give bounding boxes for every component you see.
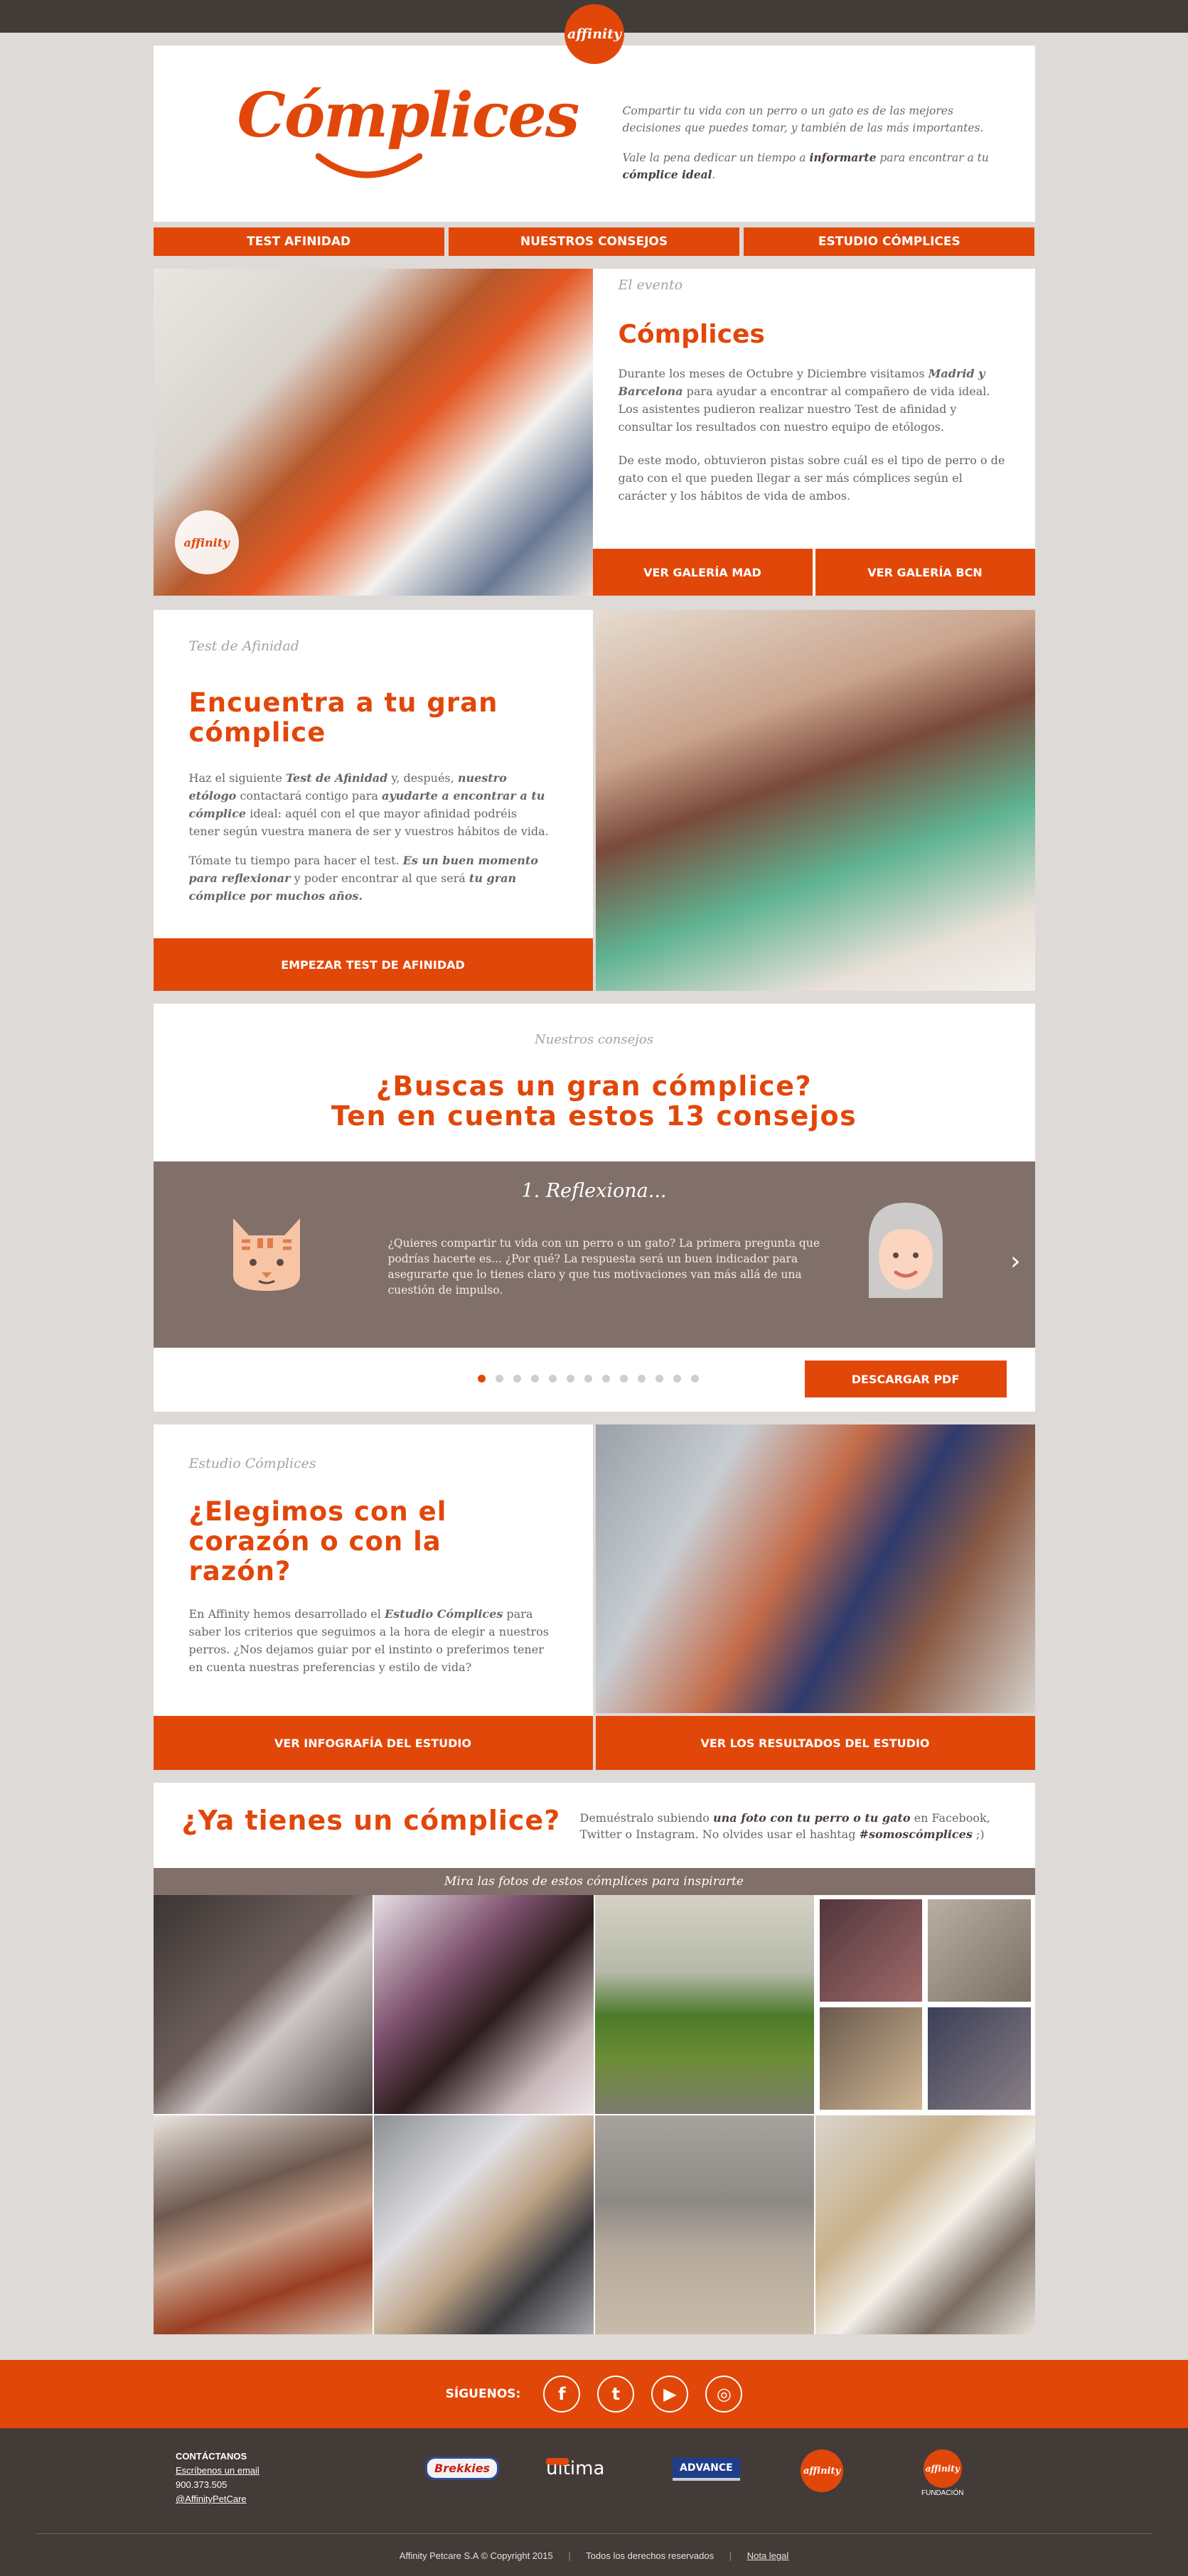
ugc-bar: Mira las fotos de estos cómplices para i… (153, 1868, 1035, 1895)
complices-logo-text: Cómplices (237, 80, 580, 151)
ugc-text: Demuéstralo subiendo una foto con tu per… (579, 1811, 990, 1841)
copyright: Affinity Petcare S.A © Copyright 2015 (399, 2550, 553, 2561)
photo-tile[interactable] (594, 1895, 814, 2114)
vet-photo (595, 610, 1035, 991)
carousel-dot[interactable] (690, 1375, 699, 1383)
tips-title: ¿Buscas un gran cómplice? Ten en cuenta e… (331, 1070, 857, 1132)
ugc-section: ¿Ya tienes un cómplice? Demuéstralo subi… (153, 1783, 1035, 1868)
test-body: Test de Afinidad Encuentra a tu gran cómp… (153, 610, 593, 991)
carousel-dot[interactable] (584, 1375, 592, 1383)
brekkies-logo[interactable]: Brekkies (425, 2457, 500, 2480)
photo-tile-collage[interactable] (815, 1895, 1035, 2114)
contact-title: CONTÁCTANOS (176, 2451, 247, 2462)
photo-tile[interactable] (374, 2115, 594, 2334)
test-kicker: Test de Afinidad (188, 638, 299, 654)
test-paragraph-1: Haz el siguiente Test de Afinidad y, des… (188, 771, 549, 838)
test-title: Encuentra a tu gran cómplice (188, 687, 498, 748)
photo-tile[interactable] (374, 1895, 594, 2114)
tips-kicker: Nuestros consejos (535, 1032, 653, 1047)
tip-carousel: 1. Reflexiona... ¿Quieres compartir tu v… (153, 1161, 1035, 1348)
photo-grid (153, 1895, 1035, 2334)
facebook-icon[interactable]: f (543, 2376, 581, 2413)
event-body: El evento Cómplices Durante los meses de… (592, 269, 1035, 596)
youtube-icon[interactable]: ▶ (651, 2376, 689, 2413)
footer-divider (36, 2533, 1152, 2534)
test-section: Test de Afinidad Encuentra a tu gran cómp… (153, 610, 1035, 991)
carousel-dots (477, 1375, 699, 1383)
gallery-mad-button[interactable]: VER GALERÍA MAD (592, 549, 813, 596)
photo-tile[interactable] (153, 2115, 373, 2334)
tips-section: Nuestros consejos ¿Buscas un gran cómpli… (153, 1004, 1035, 1412)
header: Cómplices Compartir tu vida con un perro… (153, 45, 1035, 222)
instagram-icon[interactable]: ◎ (705, 2376, 743, 2413)
main-container: Cómplices Compartir tu vida con un perro… (153, 45, 1035, 2334)
ultima-logo[interactable]: ultima (546, 2458, 604, 2479)
next-arrow-icon[interactable]: › (1010, 1247, 1020, 1276)
carousel-dot[interactable] (513, 1375, 521, 1383)
study-kicker: Estudio Cómplices (188, 1456, 316, 1471)
top-bar: affinity (0, 0, 1188, 64)
ugc-title: ¿Ya tienes un cómplice? (181, 1805, 561, 1836)
fundacion-affinity-logo[interactable]: affinity FUNDACIÓN (921, 2449, 963, 2497)
start-test-button[interactable]: EMPEZAR TEST DE AFINIDAD (153, 938, 593, 991)
advance-logo[interactable]: ADVANCE (673, 2458, 740, 2481)
footer: CONTÁCTANOS Escríbenos un email 900.373.… (0, 2428, 1188, 2576)
header-intro: Compartir tu vida con un perro o un gato… (609, 45, 1035, 222)
affinity-footer-logo[interactable]: affinity (801, 2449, 843, 2492)
nav-nuestros-consejos[interactable]: NUESTROS CONSEJOS (448, 227, 740, 256)
social-label: SÍGUENOS: (445, 2387, 521, 2401)
study-section: Estudio Cómplices ¿Elegimos con el corazó… (153, 1424, 1035, 1770)
tip-text: ¿Quieres compartir tu vida con un perro … (387, 1237, 820, 1297)
gallery-bcn-button[interactable]: VER GALERÍA BCN (815, 549, 1035, 596)
photo-tile[interactable] (815, 2115, 1035, 2334)
carousel-dot[interactable] (637, 1375, 646, 1383)
twitter-handle-link[interactable]: @AffinityPetCare (176, 2494, 247, 2504)
test-paragraph-2: Tómate tu tiempo para hacer el test. Es … (188, 854, 538, 903)
intro-text-2: Vale la pena dedicar un tiempo a informa… (622, 151, 989, 181)
photo-tile[interactable] (594, 2115, 814, 2334)
main-nav: TEST AFINIDAD NUESTROS CONSEJOS ESTUDIO … (153, 227, 1035, 256)
carousel-dot[interactable] (619, 1375, 628, 1383)
event-kicker: El evento (618, 277, 683, 293)
study-title: ¿Elegimos con el corazón o con la razón? (188, 1496, 447, 1587)
rights-reserved: Todos los derechos reservados (586, 2550, 715, 2561)
download-pdf-button[interactable]: DESCARGAR PDF (804, 1361, 1007, 1397)
event-title: Cómplices (618, 320, 765, 349)
intro-text: Compartir tu vida con un perro o un gato… (622, 104, 984, 134)
woman-avatar-icon (868, 1203, 943, 1298)
event-paragraph-2: De este modo, obtuvieron pistas sobre cu… (618, 454, 1005, 503)
event-paragraph-1: Durante los meses de Octubre y Diciembre… (618, 367, 990, 434)
cat-icon (232, 1218, 300, 1291)
photo-tile[interactable] (153, 1895, 373, 2114)
carousel-dot[interactable] (495, 1375, 503, 1383)
affinity-badge-icon: affinity (174, 510, 239, 574)
carousel-dot[interactable] (673, 1375, 681, 1383)
carousel-dot[interactable] (548, 1375, 557, 1383)
affinity-logo[interactable]: affinity (564, 4, 624, 64)
complices-logo: Cómplices (154, 45, 609, 222)
carousel-dot[interactable] (477, 1375, 486, 1383)
carousel-dot[interactable] (530, 1375, 539, 1383)
social-bar: SÍGUENOS: f t ▶ ◎ (0, 2360, 1188, 2428)
study-results-button[interactable]: VER LOS RESULTADOS DEL ESTUDIO (595, 1716, 1035, 1770)
study-paragraph: En Affinity hemos desarrollado el Estudi… (188, 1607, 549, 1674)
carousel-dot[interactable] (601, 1375, 610, 1383)
twitter-icon[interactable]: t (597, 2376, 635, 2413)
smile-icon (315, 153, 422, 178)
infographic-button[interactable]: VER INFOGRAFÍA DEL ESTUDIO (153, 1716, 593, 1770)
legal-note-link[interactable]: Nota legal (747, 2550, 789, 2561)
contact-block: CONTÁCTANOS Escríbenos un email 900.373.… (176, 2449, 259, 2506)
event-photo: affinity (153, 269, 593, 596)
nav-estudio-complices[interactable]: ESTUDIO CÓMPLICES (744, 227, 1035, 256)
event-section: affinity El evento Cómplices Durante los… (153, 269, 1035, 596)
phone-number: 900.373.505 (176, 2479, 228, 2490)
carousel-dot[interactable] (655, 1375, 663, 1383)
email-link[interactable]: Escríbenos un email (176, 2465, 259, 2476)
family-dog-photo (595, 1424, 1035, 1713)
nav-test-afinidad[interactable]: TEST AFINIDAD (153, 227, 444, 256)
carousel-dot[interactable] (566, 1375, 574, 1383)
legal-bar: Affinity Petcare S.A © Copyright 2015 | … (399, 2550, 789, 2561)
